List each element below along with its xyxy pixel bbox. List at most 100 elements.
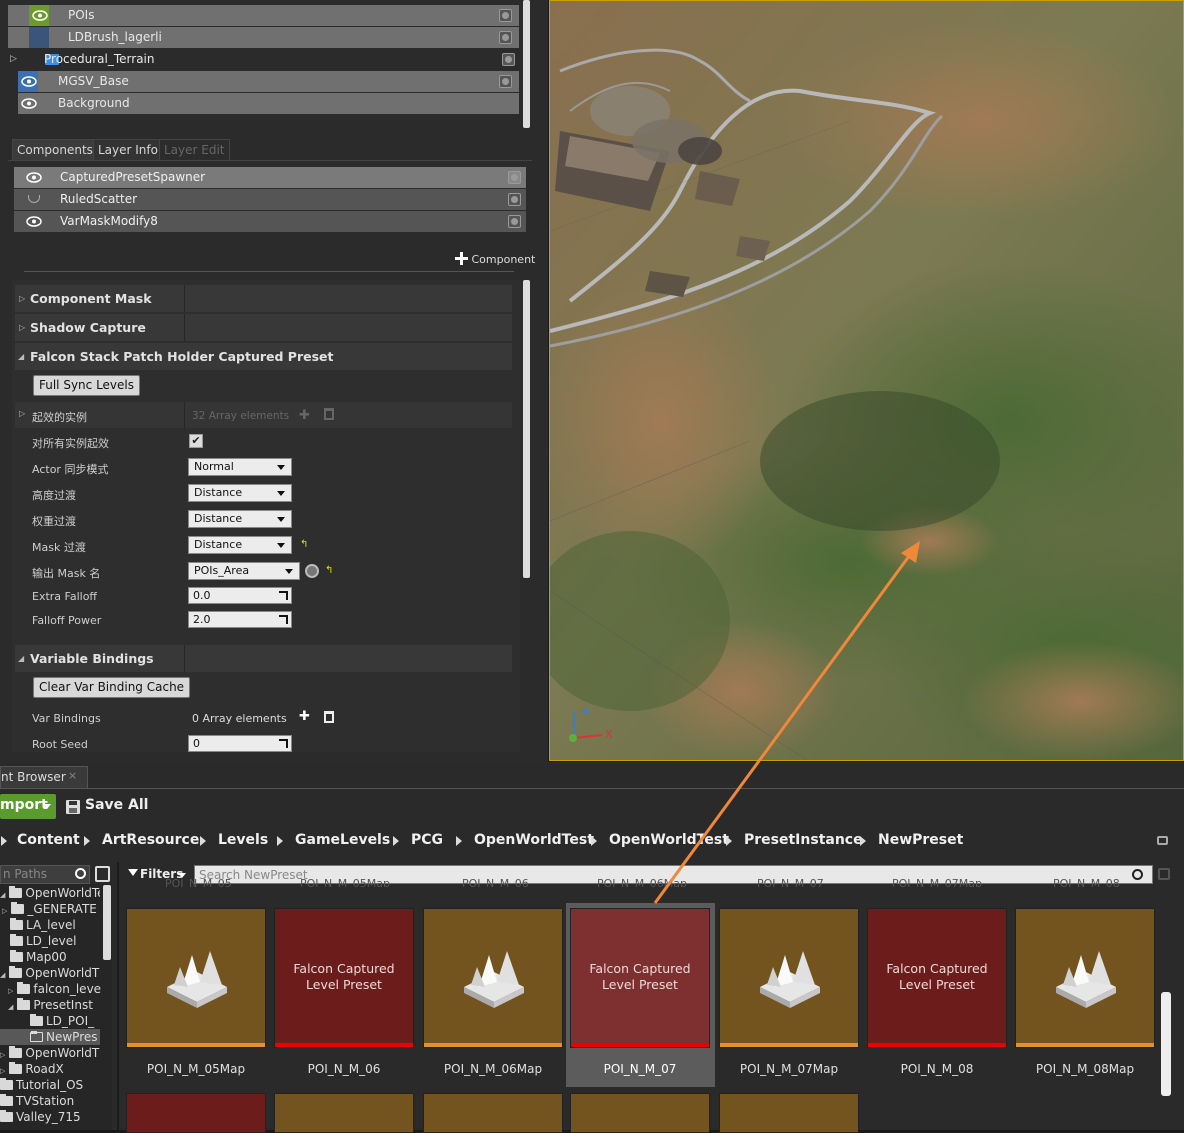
outliner-row-ldbrush[interactable]: LDBrush_lagerli — [8, 27, 519, 48]
breadcrumb-item[interactable]: Levels — [218, 832, 268, 848]
asset-tile-map[interactable] — [423, 1093, 563, 1133]
breadcrumb-arrow-icon[interactable] — [393, 836, 399, 846]
breadcrumb-arrow-icon[interactable] — [200, 836, 206, 846]
tab-layer-info[interactable]: Layer Info — [93, 139, 163, 160]
clear-var-binding-cache-button[interactable]: Clear Var Binding Cache — [33, 677, 191, 698]
section-component-mask[interactable]: ▷ Component Mask — [15, 285, 512, 312]
component-options-icon[interactable] — [508, 171, 521, 184]
level-viewport[interactable]: Z X — [549, 0, 1184, 761]
full-sync-levels-button[interactable]: Full Sync Levels — [33, 375, 140, 396]
tree-item[interactable]: Valley_715 — [0, 1109, 100, 1125]
component-row-var-mask-modify8[interactable]: VarMaskModify8 — [14, 211, 526, 232]
asset-tile-map[interactable] — [570, 1093, 710, 1133]
section-variable-bindings[interactable]: ◢ Variable Bindings — [15, 645, 512, 672]
expand-arrow-icon[interactable]: ▷ — [10, 49, 17, 70]
import-button[interactable]: mport — [0, 794, 56, 819]
reset-default-icon[interactable]: ↰ — [325, 566, 335, 576]
tree-item-selected[interactable]: NewPres — [0, 1029, 100, 1045]
mask-picker-icon[interactable] — [305, 564, 319, 578]
tree-item[interactable]: ▷ OpenWorldT — [0, 1045, 100, 1061]
paths-search-input[interactable]: n Paths — [0, 865, 90, 884]
tree-item[interactable]: Tutorial_OS — [0, 1077, 100, 1093]
asset-label[interactable]: POI_N_M_06Map — [419, 1062, 567, 1076]
height-fade-combo[interactable]: Distance — [188, 484, 292, 502]
breadcrumb-item[interactable]: OpenWorldTest — [609, 832, 729, 848]
asset-tile-preset[interactable]: Falcon Captured Level Preset — [867, 908, 1007, 1048]
weight-fade-combo[interactable]: Distance — [188, 510, 292, 528]
outliner-scrollbar[interactable] — [523, 0, 530, 128]
component-options-icon[interactable] — [508, 193, 521, 206]
asset-tile-map[interactable] — [1015, 908, 1155, 1048]
tab-components[interactable]: Components — [12, 139, 98, 160]
output-mask-combo[interactable]: POIs_Area — [188, 562, 300, 580]
content-browser-tab[interactable]: nt Browser × — [0, 766, 88, 788]
tree-item[interactable]: ◢OpenWorldTes — [0, 885, 100, 901]
outliner-row-background[interactable]: Background — [18, 93, 519, 114]
tree-item[interactable]: ▷ falcon_leve — [8, 981, 108, 997]
falloff-power-input[interactable]: 2.0 — [188, 611, 292, 628]
tab-layer-edit[interactable]: Layer Edit — [159, 139, 230, 160]
breadcrumb-arrow-icon[interactable] — [84, 836, 90, 846]
tree-item[interactable]: TVStation — [0, 1093, 100, 1109]
tree-item[interactable]: LD_level — [10, 933, 110, 949]
trash-icon[interactable] — [324, 711, 334, 723]
asset-label[interactable]: POI_N_M_05Map — [122, 1062, 270, 1076]
section-shadow-capture[interactable]: ▷ Shadow Capture — [15, 314, 512, 341]
add-element-icon[interactable]: ✚ — [299, 709, 310, 724]
asset-tile-map[interactable] — [423, 908, 563, 1048]
breadcrumb-arrow-icon[interactable] — [277, 836, 283, 846]
asset-grid-scrollbar[interactable] — [1161, 992, 1171, 1096]
asset-label[interactable]: POI_N_M_08Map — [1011, 1062, 1159, 1076]
asset-tile-preset[interactable] — [126, 1093, 266, 1133]
tree-scrollbar[interactable] — [103, 885, 111, 960]
checkbox-all-instances[interactable]: ✔ — [189, 434, 203, 448]
asset-label[interactable]: POI_N_M_08 — [863, 1062, 1011, 1076]
layer-lock-icon[interactable] — [499, 9, 512, 22]
tree-item[interactable]: ◢ OpenWorldT — [0, 965, 100, 981]
breadcrumb-arrow-icon[interactable] — [860, 836, 866, 846]
layer-lock-icon[interactable] — [499, 75, 512, 88]
asset-tile-map[interactable] — [126, 908, 266, 1048]
reset-default-icon[interactable]: ↰ — [300, 540, 310, 550]
view-options-icon[interactable] — [95, 866, 110, 882]
layer-lock-icon[interactable] — [502, 53, 515, 66]
asset-tile-preset[interactable]: Falcon Captured Level Preset — [274, 908, 414, 1048]
asset-label[interactable]: POI_N_M_06 — [270, 1062, 418, 1076]
trash-icon[interactable] — [324, 408, 334, 420]
actor-sync-mode-combo[interactable]: Normal — [188, 458, 292, 476]
root-seed-input[interactable]: 0 — [188, 735, 292, 752]
add-element-icon[interactable]: ✚ — [299, 408, 310, 423]
breadcrumb-item[interactable]: Content — [17, 832, 80, 848]
tree-item[interactable]: ▷ RoadX — [0, 1061, 100, 1077]
breadcrumb-arrow-icon[interactable] — [591, 836, 597, 846]
extra-falloff-input[interactable]: 0.0 — [188, 587, 292, 604]
asset-tile-map[interactable] — [719, 908, 859, 1048]
asset-tile-preset-selected[interactable]: Falcon Captured Level Preset — [570, 908, 710, 1048]
lock-icon[interactable] — [1157, 836, 1168, 845]
component-options-icon[interactable] — [508, 215, 521, 228]
layer-lock-icon[interactable] — [499, 31, 512, 44]
splitter[interactable] — [117, 862, 119, 1130]
mask-fade-combo[interactable]: Distance — [188, 536, 292, 554]
breadcrumb-item[interactable]: ArtResource — [102, 832, 199, 848]
breadcrumb-arrow-icon[interactable] — [1, 836, 7, 846]
outliner-row-procedural-terrain[interactable]: ▷ Procedural_Terrain — [8, 49, 519, 70]
save-search-icon[interactable] — [1158, 868, 1170, 880]
breadcrumb-arrow-icon[interactable] — [726, 836, 732, 846]
outliner-row-pois[interactable]: POIs — [8, 5, 519, 26]
breadcrumb-item[interactable]: PCG — [411, 832, 443, 848]
breadcrumb-item[interactable]: GameLevels — [295, 832, 390, 848]
asset-label[interactable]: POI_N_M_07Map — [715, 1062, 863, 1076]
tree-item[interactable]: Map00 — [10, 949, 110, 965]
breadcrumb-item[interactable]: PresetInstance — [744, 832, 863, 848]
details-scrollbar[interactable] — [523, 280, 530, 578]
tree-item[interactable]: LA_level — [10, 917, 110, 933]
breadcrumb-item[interactable]: NewPreset — [878, 832, 963, 848]
breadcrumb-arrow-icon[interactable] — [456, 836, 462, 846]
add-component-button[interactable]: Component — [455, 252, 535, 268]
asset-tile-map[interactable] — [274, 1093, 414, 1133]
component-row-ruled-scatter[interactable]: RuledScatter — [14, 189, 526, 210]
close-icon[interactable]: × — [68, 769, 77, 782]
expand-arrow-icon[interactable]: ▷ — [19, 409, 25, 418]
component-row-captured-preset-spawner[interactable]: CapturedPresetSpawner — [14, 167, 526, 188]
